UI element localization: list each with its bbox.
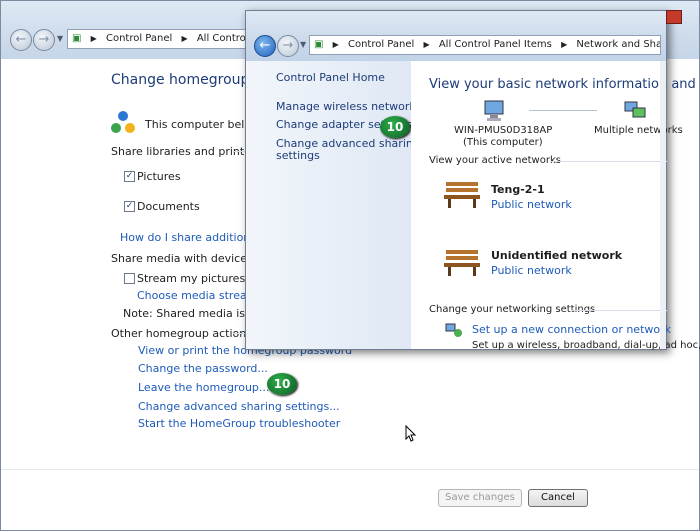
change-advanced-sharing-link[interactable]: Change advanced sharing settings... [138, 400, 340, 413]
task-pane: Control Panel Home Manage wireless netwo… [246, 61, 421, 349]
step-badge: 10 [380, 116, 410, 138]
back-button[interactable]: ← [254, 35, 276, 57]
homegroup-footer: Save changes Cancel [1, 469, 699, 530]
forward-button[interactable]: → [33, 29, 55, 51]
leave-homegroup-link[interactable]: Leave the homegroup... [138, 381, 269, 394]
back-button[interactable]: ← [10, 29, 32, 51]
stream-media-checkbox[interactable] [124, 273, 135, 284]
network-type-link[interactable]: Public network [491, 198, 572, 211]
mouse-cursor-icon [405, 425, 417, 442]
homegroup-icon [111, 111, 135, 133]
breadcrumb-sep-icon: ▶ [561, 40, 568, 49]
documents-label: Documents [137, 200, 200, 213]
computer-icon [484, 100, 504, 121]
change-advanced-sharing-link-cont[interactable]: settings [276, 149, 320, 162]
computer-sub: (This computer) [463, 137, 543, 148]
network-navbar: ← → ▼ ▣ ▶ Control Panel ▶ All Control Pa… [246, 11, 666, 61]
network-type-link[interactable]: Public network [491, 264, 572, 277]
history-dropdown-icon[interactable]: ▼ [57, 34, 63, 43]
network-main: View your basic network information and … [411, 61, 700, 351]
setup-connection-link[interactable]: Set up a new connection or network [472, 323, 671, 336]
cancel-button[interactable]: Cancel [528, 489, 588, 507]
multiple-networks-icon [624, 101, 646, 118]
breadcrumb-sep-icon: ▶ [423, 40, 430, 49]
section-divider [233, 333, 245, 334]
breadcrumb-sep-icon: ▶ [90, 34, 97, 43]
active-networks-label: View your active networks [429, 155, 561, 166]
address-bar[interactable]: ▣ ▶ Control Panel ▶ All Control Pan [67, 29, 257, 49]
history-dropdown-icon[interactable]: ▼ [300, 40, 306, 49]
pictures-label: Pictures [137, 170, 181, 183]
control-panel-home-link[interactable]: Control Panel Home [276, 71, 385, 84]
breadcrumb-sep-icon: ▶ [181, 34, 188, 43]
breadcrumb-all-items[interactable]: All Control Panel Items [439, 39, 552, 50]
setup-connection-icon [445, 323, 462, 337]
other-actions-heading: Other homegroup actions [111, 327, 252, 340]
network-sharing-window: ← → ▼ ▣ ▶ Control Panel ▶ All Control Pa… [245, 10, 700, 351]
connection-line [529, 110, 597, 111]
homegroup-troubleshooter-link[interactable]: Start the HomeGroup troubleshooter [138, 417, 340, 430]
vertical-scrollbar[interactable] [660, 61, 666, 349]
breadcrumb-control-panel[interactable]: Control Panel [348, 39, 414, 50]
public-network-icon [444, 182, 480, 208]
manage-wireless-link[interactable]: Manage wireless networks [276, 100, 421, 113]
address-bar[interactable]: ▣ ▶ Control Panel ▶ All Control Panel It… [309, 35, 661, 55]
section-divider [571, 310, 667, 311]
network-name: Unidentified network [491, 249, 623, 262]
breadcrumb-network-center[interactable]: Network and Sharing Center [576, 39, 660, 50]
section-divider [551, 161, 667, 162]
control-panel-icon: ▣ [72, 33, 82, 44]
breadcrumb-sep-icon: ▶ [332, 40, 339, 49]
documents-checkbox[interactable]: ✓ [124, 201, 135, 212]
pictures-checkbox[interactable]: ✓ [124, 171, 135, 182]
breadcrumb-control-panel[interactable]: Control Panel [106, 33, 172, 44]
save-changes-button[interactable]: Save changes [438, 489, 522, 507]
public-network-icon [444, 250, 480, 276]
network-center-icon: ▣ [314, 39, 324, 50]
share-media-heading: Share media with devices [111, 252, 253, 265]
close-window-icon[interactable] [666, 10, 682, 24]
section-divider [233, 151, 245, 152]
change-password-link[interactable]: Change the password... [138, 362, 268, 375]
computer-name: WIN-PMUS0D318AP [454, 125, 553, 136]
multiple-networks-label: Multiple networks [594, 125, 683, 136]
step-badge: 10 [267, 373, 297, 395]
network-name: Teng-2-1 [491, 183, 545, 196]
forward-button[interactable]: → [277, 35, 299, 57]
